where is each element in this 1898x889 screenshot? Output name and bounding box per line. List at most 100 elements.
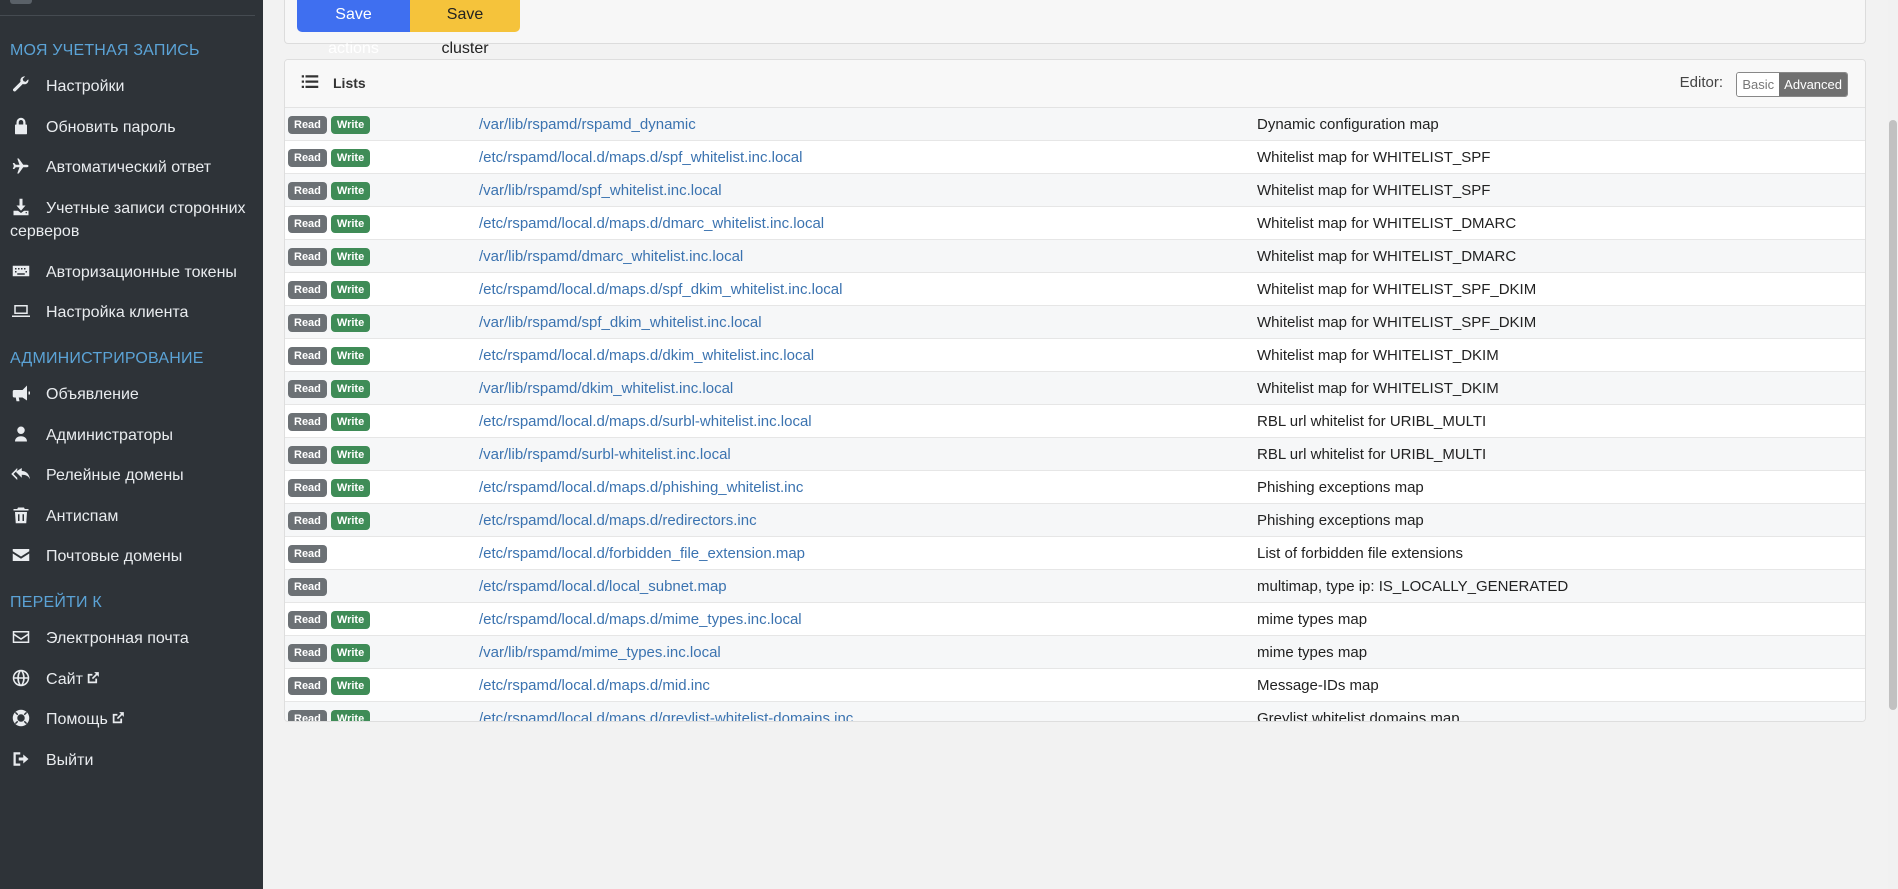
sidebar-item-help[interactable]: Помощь bbox=[10, 708, 250, 731]
sidebar-item-announcement[interactable]: Объявление bbox=[10, 383, 250, 406]
map-path-link[interactable]: /etc/rspamd/local.d/maps.d/mime_types.in… bbox=[479, 611, 802, 628]
write-badge: Write bbox=[330, 347, 371, 365]
sidebar-item-label: Обновить пароль bbox=[46, 119, 176, 136]
permission-badges: Read Write bbox=[288, 281, 374, 299]
map-path-link[interactable]: /var/lib/rspamd/dmarc_whitelist.inc.loca… bbox=[479, 248, 743, 265]
keyboard-icon bbox=[10, 262, 36, 280]
permission-badges: Read Write bbox=[288, 677, 374, 695]
write-badge: Write bbox=[330, 149, 371, 167]
map-path-link[interactable]: /etc/rspamd/local.d/maps.d/spf_dkim_whit… bbox=[479, 281, 843, 298]
read-badge: Read bbox=[288, 248, 327, 266]
permission-badges: Read Write bbox=[288, 248, 374, 266]
envelope-icon bbox=[10, 546, 36, 564]
table-row: Read Write/etc/rspamd/local.d/maps.d/surb… bbox=[285, 405, 1865, 438]
sidebar-item-settings[interactable]: Настройки bbox=[10, 75, 250, 98]
sidebar: Моя учетная запись Настройки Обновить па… bbox=[0, 0, 263, 889]
permission-badges: Read Write bbox=[288, 611, 374, 629]
map-path-link[interactable]: /etc/rspamd/local.d/maps.d/phishing_whit… bbox=[479, 479, 803, 496]
read-badge: Read bbox=[288, 545, 327, 563]
read-badge: Read bbox=[288, 182, 327, 200]
sidebar-item-email[interactable]: Электронная почта bbox=[10, 627, 250, 650]
map-path-link[interactable]: /etc/rspamd/local.d/forbidden_file_exten… bbox=[479, 545, 805, 562]
map-path-link[interactable]: /etc/rspamd/local.d/local_subnet.map bbox=[479, 578, 727, 595]
table-row: Read Write/var/lib/rspamd/rspamd_dynamic D… bbox=[285, 108, 1865, 141]
plane-icon bbox=[10, 157, 36, 175]
map-description: mime types map bbox=[1257, 610, 1368, 628]
user-icon bbox=[10, 425, 36, 443]
map-description: RBL url whitelist for URIBL_MULTI bbox=[1257, 412, 1487, 430]
table-row: Read Write/etc/rspamd/local.d/maps.d/spf_… bbox=[285, 273, 1865, 306]
map-description: Whitelist map for WHITELIST_SPF bbox=[1257, 148, 1491, 166]
save-cluster-button[interactable]: Save cluster bbox=[410, 0, 520, 57]
map-path-link[interactable]: /var/lib/rspamd/rspamd_dynamic bbox=[479, 116, 696, 133]
sidebar-top-stub bbox=[10, 0, 32, 4]
map-description: Dynamic configuration map bbox=[1257, 115, 1439, 133]
map-path-link[interactable]: /var/lib/rspamd/spf_dkim_whitelist.inc.l… bbox=[479, 314, 762, 331]
main-content: Save actions Save cluster Lists Editor: … bbox=[263, 0, 1888, 889]
sidebar-item-administrators[interactable]: Администраторы bbox=[10, 424, 250, 447]
table-row: Read Write/etc/rspamd/local.d/maps.d/dmar… bbox=[285, 207, 1865, 240]
sidebar-item-label: Автоматический ответ bbox=[46, 159, 212, 176]
map-path-link[interactable]: /var/lib/rspamd/dkim_whitelist.inc.local bbox=[479, 380, 733, 397]
read-badge: Read bbox=[288, 677, 327, 695]
sidebar-item-label: Администраторы bbox=[46, 427, 173, 444]
editor-advanced-option[interactable]: Advanced bbox=[1779, 73, 1847, 96]
map-path-link[interactable]: /etc/rspamd/local.d/maps.d/mid.inc bbox=[479, 677, 710, 694]
sidebar-item-logout[interactable]: Выйти bbox=[10, 749, 250, 772]
map-description: Whitelist map for WHITELIST_SPF_DKIM bbox=[1257, 280, 1537, 298]
sidebar-item-label: Антиспам bbox=[46, 508, 119, 525]
sidebar-item-relay-domains[interactable]: Релейные домены bbox=[10, 464, 250, 487]
permission-badges: Read Write bbox=[288, 215, 374, 233]
table-row: Read Write/etc/rspamd/local.d/maps.d/phis… bbox=[285, 471, 1865, 504]
write-badge: Write bbox=[330, 479, 371, 497]
editor-mode-toggle[interactable]: Basic Advanced bbox=[1736, 72, 1848, 97]
read-badge: Read bbox=[288, 314, 327, 332]
permission-badges: Read Write bbox=[288, 446, 374, 464]
map-path-link[interactable]: /etc/rspamd/local.d/maps.d/spf_whitelist… bbox=[479, 149, 802, 166]
sidebar-item-update-password[interactable]: Обновить пароль bbox=[10, 116, 250, 139]
sidebar-item-label: Объявление bbox=[46, 386, 139, 403]
sidebar-item-autoreply[interactable]: Автоматический ответ bbox=[10, 156, 250, 179]
map-path-link[interactable]: /var/lib/rspamd/mime_types.inc.local bbox=[479, 644, 721, 661]
megaphone-icon bbox=[10, 384, 36, 402]
map-description: multimap, type ip: IS_LOCALLY_GENERATED bbox=[1257, 577, 1569, 595]
map-path-link[interactable]: /etc/rspamd/local.d/maps.d/greylist-whit… bbox=[479, 710, 853, 722]
sidebar-item-site[interactable]: Сайт bbox=[10, 668, 250, 691]
write-badge: Write bbox=[330, 611, 371, 629]
table-row: Read/etc/rspamd/local.d/forbidden_file_e… bbox=[285, 537, 1865, 570]
write-badge: Write bbox=[330, 677, 371, 695]
editor-basic-option[interactable]: Basic bbox=[1737, 73, 1780, 96]
permission-badges: Read Write bbox=[288, 380, 374, 398]
read-badge: Read bbox=[288, 215, 327, 233]
sidebar-item-client-setup[interactable]: Настройка клиента bbox=[10, 301, 250, 324]
lists-title: Lists bbox=[333, 75, 366, 91]
map-path-link[interactable]: /etc/rspamd/local.d/maps.d/dkim_whitelis… bbox=[479, 347, 814, 364]
map-description: Whitelist map for WHITELIST_SPF bbox=[1257, 181, 1491, 199]
sidebar-item-label: Выйти bbox=[46, 752, 94, 769]
map-path-link[interactable]: /var/lib/rspamd/surbl-whitelist.inc.loca… bbox=[479, 446, 731, 463]
map-path-link[interactable]: /etc/rspamd/local.d/maps.d/redirectors.i… bbox=[479, 512, 757, 529]
permission-badges: Read bbox=[288, 578, 331, 596]
map-path-link[interactable]: /etc/rspamd/local.d/maps.d/surbl-whiteli… bbox=[479, 413, 812, 430]
sidebar-item-label: Помощь bbox=[46, 711, 108, 728]
permission-badges: Read Write bbox=[288, 512, 374, 530]
table-row: Read Write/etc/rspamd/local.d/maps.d/grey… bbox=[285, 702, 1865, 722]
sidebar-item-antispam[interactable]: Антиспам bbox=[10, 505, 250, 528]
scrollbar-thumb[interactable] bbox=[1889, 120, 1897, 710]
map-description: mime types map bbox=[1257, 643, 1368, 661]
scrollbar[interactable] bbox=[1888, 0, 1898, 889]
sidebar-item-auth-tokens[interactable]: Авторизационные токены bbox=[10, 261, 250, 284]
sidebar-item-label: Учетные записи сторонних серверов bbox=[10, 200, 246, 240]
map-path-link[interactable]: /var/lib/rspamd/spf_whitelist.inc.local bbox=[479, 182, 722, 199]
sidebar-item-external-accounts[interactable]: Учетные записи сторонних серверов bbox=[10, 197, 250, 243]
sidebar-item-label: Электронная почта bbox=[46, 630, 189, 647]
map-description: Phishing exceptions map bbox=[1257, 478, 1424, 496]
map-description: RBL url whitelist for URIBL_MULTI bbox=[1257, 445, 1487, 463]
write-badge: Write bbox=[330, 446, 371, 464]
sidebar-item-mail-domains[interactable]: Почтовые домены bbox=[10, 545, 250, 568]
map-path-link[interactable]: /etc/rspamd/local.d/maps.d/dmarc_whiteli… bbox=[479, 215, 824, 232]
read-badge: Read bbox=[288, 446, 327, 464]
save-actions-button[interactable]: Save actions bbox=[297, 0, 410, 57]
map-description: Whitelist map for WHITELIST_DKIM bbox=[1257, 379, 1499, 397]
sidebar-item-label: Почтовые домены bbox=[46, 548, 183, 565]
